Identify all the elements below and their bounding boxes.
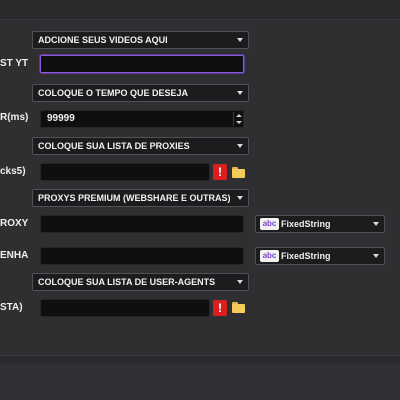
tempo-label: R(ms)	[0, 112, 29, 123]
proxy-input[interactable]	[40, 215, 244, 233]
senha-label: ENHA	[0, 250, 29, 261]
chevron-down-icon	[237, 144, 243, 148]
chevron-down-icon	[237, 196, 243, 200]
folder-icon[interactable]	[232, 167, 245, 178]
tempo-dropdown-label: COLOQUE O TEMPO QUE DESEJA	[38, 88, 189, 98]
videos-input[interactable]	[40, 55, 244, 73]
proxies-label: cks5)	[0, 166, 26, 177]
premium-dropdown-label: PROXYS PREMIUM (WEBSHARE E OUTRAS)	[38, 193, 231, 203]
chevron-down-icon	[237, 91, 243, 95]
chevron-down-icon	[237, 280, 243, 284]
premium-dropdown[interactable]: PROXYS PREMIUM (WEBSHARE E OUTRAS)	[32, 189, 249, 207]
senha-type-label: FixedString	[281, 251, 331, 261]
spinner-arrows-icon[interactable]	[233, 112, 242, 126]
senha-type-select[interactable]: abc FixedString	[255, 247, 385, 265]
videos-dropdown[interactable]: ADCIONE SEUS VIDEOS AQUI	[32, 31, 249, 49]
warning-icon: !	[213, 164, 227, 180]
useragents-file-input[interactable]	[40, 299, 210, 317]
proxy-type-select[interactable]: abc FixedString	[255, 215, 385, 233]
warning-icon: !	[213, 300, 227, 316]
useragents-dropdown-label: COLOQUE SUA LISTA DE USER-AGENTS	[38, 277, 216, 287]
folder-icon[interactable]	[232, 302, 245, 313]
proxies-dropdown[interactable]: COLOQUE SUA LISTA DE PROXIES	[32, 137, 249, 155]
useragents-label: STA)	[0, 302, 23, 313]
proxies-file-input[interactable]	[40, 163, 210, 181]
chevron-down-icon	[237, 38, 243, 42]
senha-input[interactable]	[40, 247, 244, 265]
string-type-icon: abc	[260, 250, 279, 262]
top-bar	[0, 0, 400, 20]
chevron-down-icon	[373, 254, 379, 258]
useragents-dropdown[interactable]: COLOQUE SUA LISTA DE USER-AGENTS	[32, 273, 249, 291]
tempo-input[interactable]: 99999	[40, 110, 244, 128]
chevron-down-icon	[373, 222, 379, 226]
spinner-down-icon[interactable]	[236, 121, 242, 124]
tempo-value: 99999	[47, 113, 75, 124]
proxy-type-label: FixedString	[281, 219, 331, 229]
proxies-dropdown-label: COLOQUE SUA LISTA DE PROXIES	[38, 141, 190, 151]
proxy-label: ROXY	[0, 218, 29, 229]
spinner-up-icon[interactable]	[236, 114, 242, 117]
bottom-panel	[0, 364, 400, 400]
tempo-dropdown[interactable]: COLOQUE O TEMPO QUE DESEJA	[32, 84, 249, 102]
string-type-icon: abc	[260, 218, 279, 230]
videos-dropdown-label: ADCIONE SEUS VIDEOS AQUI	[38, 35, 168, 45]
bottom-bar	[0, 355, 400, 400]
videos-label: ST YT	[0, 58, 29, 69]
